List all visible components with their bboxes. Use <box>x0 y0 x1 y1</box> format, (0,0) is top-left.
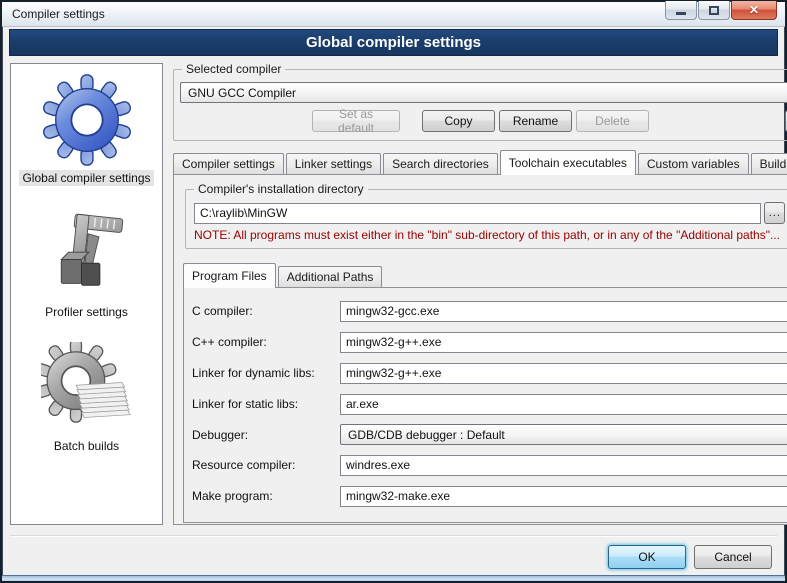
window-title: Compiler settings <box>2 7 105 21</box>
close-icon: ✕ <box>749 3 759 17</box>
selected-compiler-group: Selected compiler GNU GCC Compiler ▼ Set… <box>173 69 787 141</box>
ok-button[interactable]: OK <box>608 545 686 569</box>
maximize-button[interactable] <box>698 1 730 20</box>
tab-linker-settings[interactable]: Linker settings <box>286 153 381 174</box>
subtab-program-files[interactable]: Program Files <box>183 263 276 288</box>
page-title: Global compiler settings <box>306 34 481 51</box>
program-files-panel: C compiler: ... C++ compiler: ... Linker… <box>183 287 787 523</box>
field-row-cpp-compiler: C++ compiler: ... <box>192 331 787 353</box>
make-program-input[interactable] <box>340 486 787 507</box>
sidebar-item-batch-builds[interactable]: Batch builds <box>41 342 133 454</box>
titlebar: Compiler settings ✕ <box>2 2 785 27</box>
sidebar-item-label: Global compiler settings <box>19 170 153 186</box>
cpp-compiler-input[interactable] <box>340 332 787 353</box>
settings-tabbar: Compiler settings Linker settings Search… <box>173 150 787 174</box>
install-dir-browse-button[interactable]: ... <box>764 202 785 224</box>
field-row-debugger: Debugger: GDB/CDB debugger : Default ▼ <box>192 424 787 445</box>
minimize-button[interactable] <box>665 1 697 20</box>
toolchain-executables-panel: Compiler's installation directory ... Au… <box>173 174 787 525</box>
dialog-header: Global compiler settings <box>9 29 778 56</box>
install-dir-input[interactable] <box>194 203 761 224</box>
field-row-linker-dynamic: Linker for dynamic libs: ... <box>192 362 787 384</box>
dialog-body: Global compiler settings <box>2 56 785 525</box>
tab-custom-variables[interactable]: Custom variables <box>638 153 749 174</box>
subtab-additional-paths[interactable]: Additional Paths <box>278 266 383 287</box>
copy-button[interactable]: Copy <box>422 110 495 132</box>
group-label: Compiler's installation directory <box>194 182 368 196</box>
footer: OK Cancel <box>2 537 785 569</box>
blue-gear-icon <box>41 74 133 166</box>
field-label: Debugger: <box>192 428 340 442</box>
c-compiler-input[interactable] <box>340 301 787 322</box>
close-button[interactable]: ✕ <box>731 1 777 20</box>
rename-button[interactable]: Rename <box>499 110 572 132</box>
linker-static-input[interactable] <box>340 394 787 415</box>
install-dir-group: Compiler's installation directory ... Au… <box>185 189 787 249</box>
field-row-resource-compiler: Resource compiler: ... <box>192 454 787 476</box>
resource-compiler-input[interactable] <box>340 455 787 476</box>
tab-build-options[interactable]: Build options <box>751 153 787 174</box>
cancel-button[interactable]: Cancel <box>694 545 772 569</box>
tab-toolchain-executables[interactable]: Toolchain executables <box>500 150 636 175</box>
sidebar-item-profiler-settings[interactable]: Profiler settings <box>41 208 133 320</box>
compiler-select[interactable]: GNU GCC Compiler ▼ <box>180 82 787 103</box>
field-row-c-compiler: C compiler: ... <box>192 300 787 322</box>
window-controls: ✕ <box>664 1 777 20</box>
gray-gear-stack-icon <box>41 342 133 434</box>
tab-search-directories[interactable]: Search directories <box>383 153 498 174</box>
linker-dynamic-input[interactable] <box>340 363 787 384</box>
maximize-icon <box>709 6 719 15</box>
window-bottom-edge <box>2 575 785 581</box>
install-dir-note: NOTE: All programs must exist either in … <box>194 228 787 242</box>
sidebar-item-label: Profiler settings <box>42 304 131 320</box>
field-label: C++ compiler: <box>192 335 340 349</box>
compiler-settings-dialog: Compiler settings ✕ Global compiler sett… <box>0 0 787 583</box>
settings-sidebar: Global compiler settings <box>10 63 163 525</box>
field-label: Resource compiler: <box>192 458 340 472</box>
debugger-select[interactable]: GDB/CDB debugger : Default ▼ <box>340 424 787 445</box>
minimize-icon <box>676 12 686 15</box>
debugger-select-value: GDB/CDB debugger : Default <box>348 428 505 442</box>
program-files-tabbar: Program Files Additional Paths <box>183 263 787 287</box>
delete-button[interactable]: Delete <box>576 110 649 132</box>
field-row-make-program: Make program: ... <box>192 485 787 507</box>
tab-compiler-settings[interactable]: Compiler settings <box>173 153 284 174</box>
field-label: Linker for static libs: <box>192 397 340 411</box>
sidebar-item-global-compiler-settings[interactable]: Global compiler settings <box>19 74 153 186</box>
compiler-select-value: GNU GCC Compiler <box>188 86 296 100</box>
main-content: Selected compiler GNU GCC Compiler ▼ Set… <box>173 63 787 525</box>
sidebar-item-label: Batch builds <box>51 438 122 454</box>
field-label: Linker for dynamic libs: <box>192 366 340 380</box>
group-label: Selected compiler <box>182 62 285 76</box>
field-row-linker-static: Linker for static libs: ... <box>192 393 787 415</box>
field-label: Make program: <box>192 489 340 503</box>
caliper-icon <box>41 208 133 300</box>
set-as-default-button[interactable]: Set as default <box>312 110 400 132</box>
field-label: C compiler: <box>192 304 340 318</box>
